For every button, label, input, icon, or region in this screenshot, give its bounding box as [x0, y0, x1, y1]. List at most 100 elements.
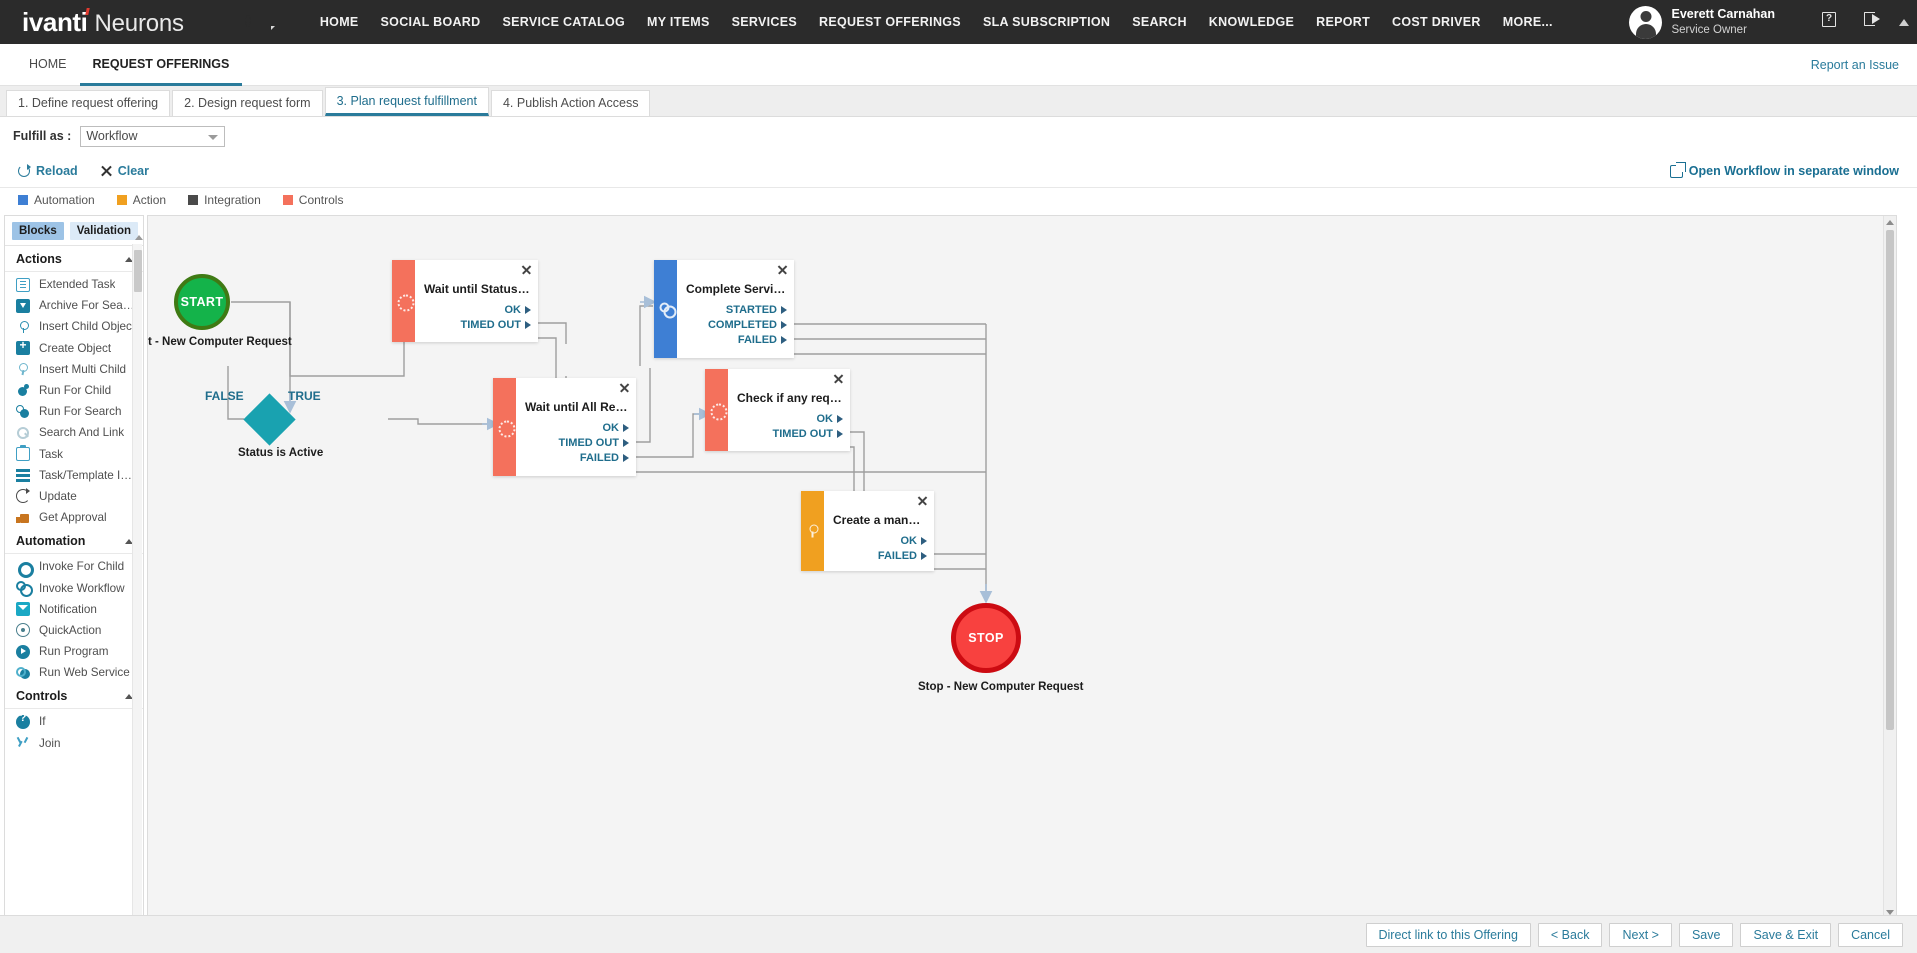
avatar[interactable] — [1629, 6, 1662, 39]
nav-item-more[interactable]: MORE... — [1492, 0, 1564, 44]
nav-item-cost-driver[interactable]: COST DRIVER — [1381, 0, 1492, 44]
palette-item-run-for-search[interactable]: Run For Search — [5, 401, 143, 422]
canvas-scroll-thumb[interactable] — [1886, 230, 1894, 730]
palette-item-join[interactable]: Join — [5, 733, 143, 754]
close-icon[interactable] — [619, 382, 630, 393]
workflow-node-start[interactable]: START t - New Computer Request — [174, 274, 230, 330]
direct-link-button[interactable]: Direct link to this Offering — [1366, 923, 1531, 947]
nav-item-social-board[interactable]: SOCIAL BOARD — [370, 0, 492, 44]
port-failed[interactable]: FAILED — [708, 332, 787, 347]
palette-item-update[interactable]: Update — [5, 486, 143, 507]
palette-item-notification[interactable]: Notification — [5, 599, 143, 620]
tab-blocks[interactable]: Blocks — [12, 222, 64, 240]
block-body: Create a manual task to fol... OK FAILED — [824, 491, 934, 571]
globe-icon[interactable] — [240, 14, 256, 30]
palette-item-run-program[interactable]: Run Program — [5, 641, 143, 662]
nav-item-report[interactable]: REPORT — [1305, 0, 1381, 44]
nav-item-search[interactable]: SEARCH — [1121, 0, 1198, 44]
help-icon[interactable]: ? — [1822, 12, 1842, 32]
port-ok[interactable]: OK — [461, 302, 532, 317]
port-failed[interactable]: FAILED — [878, 548, 927, 563]
tab-design-request-form[interactable]: 2. Design request form — [172, 90, 322, 116]
nav-item-home[interactable]: HOME — [309, 0, 370, 44]
workflow-action-bar: Reload Clear Open Workflow in separate w… — [0, 155, 1917, 187]
close-icon[interactable] — [777, 264, 788, 275]
palette-item-invoke-workflow[interactable]: Invoke Workflow — [5, 577, 143, 598]
port-ok[interactable]: OK — [559, 420, 630, 435]
report-an-issue-link[interactable]: Report an Issue — [1811, 58, 1899, 72]
close-icon[interactable] — [917, 495, 928, 506]
palette-group-controls[interactable]: Controls — [5, 683, 143, 709]
port-ok[interactable]: OK — [773, 411, 844, 426]
palette-item-insert-multi-child[interactable]: Insert Multi Child — [5, 359, 143, 380]
port-timed-out[interactable]: TIMED OUT — [773, 426, 844, 441]
clear-button[interactable]: Clear — [100, 164, 149, 178]
open-workflow-separate-window-link[interactable]: Open Workflow in separate window — [1670, 164, 1899, 178]
palette-group-actions[interactable]: Actions — [5, 246, 143, 272]
cancel-button[interactable]: Cancel — [1838, 923, 1903, 947]
next-button[interactable]: Next > — [1609, 923, 1671, 947]
palette-item-if[interactable]: If — [5, 711, 143, 732]
tab-define-request-offering[interactable]: 1. Define request offering — [6, 90, 170, 116]
workflow-block-check-request-failed[interactable]: Check if any request is failed OK TIMED … — [705, 369, 850, 451]
palette-item-quickaction[interactable]: QuickAction — [5, 620, 143, 641]
port-label: TIMED OUT — [773, 428, 834, 440]
tab-plan-request-fulfillment[interactable]: 3. Plan request fulfillment — [325, 87, 489, 116]
tab-validation[interactable]: Validation — [70, 222, 138, 240]
palette-item-get-approval[interactable]: Get Approval — [5, 507, 143, 528]
palette-item-task[interactable]: Task — [5, 444, 143, 465]
back-button[interactable]: < Back — [1538, 923, 1603, 947]
port-timed-out[interactable]: TIMED OUT — [559, 435, 630, 450]
workflow-block-create-manual-task[interactable]: Create a manual task to fol... OK FAILED — [801, 491, 934, 571]
nav-item-services[interactable]: SERVICES — [721, 0, 808, 44]
chat-icon[interactable] — [269, 14, 285, 30]
stop-node-circle[interactable]: STOP — [951, 603, 1021, 673]
save-button[interactable]: Save — [1679, 923, 1734, 947]
port-started[interactable]: STARTED — [708, 302, 787, 317]
port-failed[interactable]: FAILED — [559, 450, 630, 465]
start-node-circle[interactable]: START — [174, 274, 230, 330]
logout-icon[interactable] — [1864, 12, 1884, 32]
close-icon[interactable] — [521, 264, 532, 275]
palette-item-run-web-service[interactable]: Run Web Service — [5, 662, 143, 683]
nav-item-request-offerings[interactable]: REQUEST OFFERINGS — [808, 0, 972, 44]
save-and-exit-button[interactable]: Save & Exit — [1740, 923, 1831, 947]
workflow-block-wait-all-request-done[interactable]: Wait until All Request is do... OK TIMED… — [493, 378, 636, 476]
scroll-top-arrow[interactable] — [1899, 19, 1909, 26]
close-icon[interactable] — [833, 373, 844, 384]
palette-item-search-and-link[interactable]: Search And Link — [5, 422, 143, 443]
tab-publish-action-access[interactable]: 4. Publish Action Access — [491, 90, 651, 116]
workflow-node-decision[interactable]: Status is Active — [251, 401, 288, 438]
canvas-vertical-scrollbar[interactable] — [1883, 216, 1896, 919]
app-logo[interactable]: ivanti Neurons — [0, 7, 198, 38]
palette-item-run-for-child[interactable]: Run For Child — [5, 380, 143, 401]
workflow-block-wait-status-active[interactable]: Wait until Status is Active OK TIMED OUT — [392, 260, 538, 342]
top-header-bar: ivanti Neurons HOME SOCIAL BOARD SERVICE… — [0, 0, 1917, 44]
scroll-up-icon[interactable] — [1886, 220, 1894, 225]
subnav-item-home[interactable]: HOME — [16, 44, 80, 86]
nav-item-sla-subscription[interactable]: SLA SUBSCRIPTION — [972, 0, 1121, 44]
fulfill-as-select[interactable]: Workflow — [80, 126, 225, 147]
palette-group-automation[interactable]: Automation — [5, 528, 143, 554]
workflow-canvas[interactable]: START t - New Computer Request Status is… — [147, 215, 1897, 920]
palette-item-task-template-inst[interactable]: Task/Template Inst... — [5, 465, 143, 486]
reload-button[interactable]: Reload — [18, 164, 78, 178]
palette-item-invoke-for-child[interactable]: Invoke For Child — [5, 556, 143, 577]
port-timed-out[interactable]: TIMED OUT — [461, 317, 532, 332]
nav-item-my-items[interactable]: MY ITEMS — [636, 0, 721, 44]
palette-scrollbar[interactable] — [132, 244, 142, 918]
workflow-block-complete-service-request[interactable]: Complete Service Request STARTED COMPLET… — [654, 260, 794, 358]
palette-item-extended-task[interactable]: Extended Task — [5, 274, 143, 295]
nav-item-knowledge[interactable]: KNOWLEDGE — [1198, 0, 1305, 44]
palette-item-create-object[interactable]: Create Object — [5, 338, 143, 359]
subnav-item-request-offerings[interactable]: REQUEST OFFERINGS — [80, 44, 243, 86]
scroll-up-icon[interactable] — [135, 235, 143, 240]
workflow-node-stop[interactable]: STOP Stop - New Computer Request — [951, 603, 1021, 673]
palette-scroll-thumb[interactable] — [134, 250, 142, 292]
palette-item-insert-child-object[interactable]: Insert Child Object — [5, 316, 143, 337]
spinner-icon — [710, 404, 723, 417]
port-completed[interactable]: COMPLETED — [708, 317, 787, 332]
port-ok[interactable]: OK — [878, 533, 927, 548]
palette-item-archive-for-search[interactable]: Archive For Search — [5, 295, 143, 316]
nav-item-service-catalog[interactable]: SERVICE CATALOG — [491, 0, 636, 44]
